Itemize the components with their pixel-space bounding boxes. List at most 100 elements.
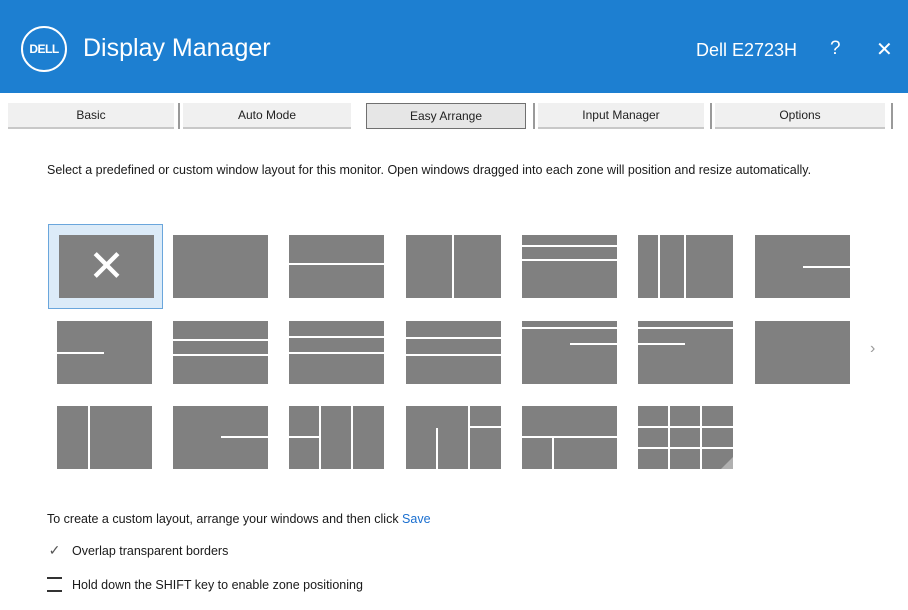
- layout-left-split[interactable]: [57, 321, 152, 384]
- zone-divider: [173, 354, 268, 356]
- layout-none[interactable]: ✕: [48, 224, 163, 309]
- tab-divider: [178, 103, 180, 129]
- layout-thumbnail: [57, 321, 152, 384]
- layout-three-columns[interactable]: [638, 235, 733, 298]
- tab-basic[interactable]: Basic: [8, 103, 174, 129]
- zone-divider: [57, 352, 104, 354]
- layout-thumbnail: [406, 321, 501, 384]
- zone-divider: [522, 245, 617, 247]
- layout-thumbnail: [289, 321, 384, 384]
- layout-left-bottom-split[interactable]: [522, 406, 617, 469]
- tab-divider: [891, 103, 893, 129]
- layout-thumbnail: [522, 321, 617, 384]
- tab-divider: [533, 103, 535, 129]
- layout-thumbnail: [755, 235, 850, 298]
- layout-right-split[interactable]: [755, 235, 850, 298]
- zone-divider: [406, 337, 501, 339]
- tab-input-manager[interactable]: Input Manager: [538, 103, 704, 129]
- zone-divider: [522, 259, 617, 261]
- layout-three-rows-top[interactable]: [289, 321, 384, 384]
- layout-thumbnail: [522, 235, 617, 298]
- app-title: Display Manager: [83, 34, 271, 62]
- zone-divider: [638, 426, 733, 428]
- zone-divider: [319, 406, 321, 469]
- checkmark-icon[interactable]: ✓: [47, 542, 62, 558]
- overlap-borders-option[interactable]: ✓ Overlap transparent borders: [47, 542, 229, 558]
- layout-top-and-split[interactable]: [522, 321, 617, 384]
- layout-left-column-right-split[interactable]: [406, 406, 501, 469]
- zone-divider: [522, 327, 617, 329]
- layout-thumbnail: [289, 406, 384, 469]
- zone-divider: [289, 263, 384, 265]
- zone-divider: [468, 426, 501, 428]
- layout-thumbnail: [57, 406, 152, 469]
- zone-divider: [468, 406, 470, 469]
- help-button[interactable]: ?: [830, 38, 841, 60]
- layout-three-rows-center[interactable]: [173, 321, 268, 384]
- custom-layout-note: To create a custom layout, arrange your …: [47, 512, 431, 526]
- tab-easy-arrange[interactable]: Easy Arrange: [366, 103, 526, 129]
- layout-thumbnail: [173, 321, 268, 384]
- zone-divider: [552, 436, 554, 469]
- zone-divider: [221, 436, 268, 438]
- zone-divider: [88, 406, 90, 469]
- zone-divider: [803, 266, 850, 268]
- dell-logo: DELL: [21, 26, 67, 72]
- layout-quad-grid[interactable]: [638, 406, 733, 469]
- layout-thumbnail: [289, 235, 384, 298]
- custom-layout-text: To create a custom layout, arrange your …: [47, 512, 403, 526]
- resize-grip-icon: [721, 457, 733, 469]
- layout-thumbnail: [173, 235, 268, 298]
- layout-top-bottom[interactable]: [289, 235, 384, 298]
- tab-bar: Basic Auto Mode Easy Arrange Input Manag…: [0, 93, 908, 137]
- zone-divider: [289, 352, 384, 354]
- zone-divider: [522, 436, 617, 438]
- layout-thumbnail: [522, 406, 617, 469]
- tab-options[interactable]: Options: [715, 103, 885, 129]
- zone-divider: [351, 406, 353, 469]
- layout-three-columns-split[interactable]: [289, 406, 384, 469]
- layout-thumbnail: [406, 235, 501, 298]
- layout-narrow-left[interactable]: [57, 406, 152, 469]
- zone-divider: [452, 235, 454, 298]
- shift-key-label: Hold down the SHIFT key to enable zone p…: [72, 577, 363, 592]
- shift-key-checkbox[interactable]: [47, 577, 62, 592]
- layout-thumbnail: [638, 406, 733, 469]
- layout-thumbnail: [173, 406, 268, 469]
- layout-thumbnail: [755, 321, 850, 384]
- close-button[interactable]: ✕: [876, 37, 893, 62]
- zone-divider: [684, 235, 686, 298]
- zone-divider: [289, 336, 384, 338]
- shift-key-option[interactable]: Hold down the SHIFT key to enable zone p…: [47, 577, 363, 592]
- layout-full-alt[interactable]: [755, 321, 850, 384]
- zone-divider: [700, 406, 702, 469]
- layout-thumbnail: [638, 321, 733, 384]
- zone-divider: [406, 354, 501, 356]
- title-bar: DELL Display Manager Dell E2723H ? ✕: [0, 0, 908, 93]
- overlap-borders-label: Overlap transparent borders: [72, 543, 229, 558]
- zone-divider: [638, 447, 733, 449]
- zone-divider: [658, 235, 660, 298]
- layout-left-right[interactable]: [406, 235, 501, 298]
- layout-three-rows[interactable]: [522, 235, 617, 298]
- zone-divider: [668, 406, 670, 469]
- tab-auto-mode[interactable]: Auto Mode: [183, 103, 351, 129]
- layout-three-rows-bottom[interactable]: [406, 321, 501, 384]
- layout-top-and-left-split[interactable]: [638, 321, 733, 384]
- layout-left-and-split[interactable]: [173, 406, 268, 469]
- zone-divider: [436, 428, 438, 469]
- layout-thumbnail: [406, 406, 501, 469]
- layout-full[interactable]: [173, 235, 268, 298]
- monitor-name: Dell E2723H: [696, 40, 798, 60]
- zone-divider: [173, 339, 268, 341]
- layout-thumbnail: [638, 235, 733, 298]
- zone-divider: [638, 327, 733, 329]
- layout-thumbnail: ✕: [59, 235, 154, 298]
- zone-divider: [570, 343, 617, 345]
- instructions-text: Select a predefined or custom window lay…: [47, 163, 812, 177]
- tab-divider: [710, 103, 712, 129]
- zone-divider: [289, 436, 319, 438]
- zone-divider: [638, 343, 685, 345]
- save-link[interactable]: Save: [402, 512, 431, 526]
- next-page-arrow-icon[interactable]: ›: [870, 340, 875, 358]
